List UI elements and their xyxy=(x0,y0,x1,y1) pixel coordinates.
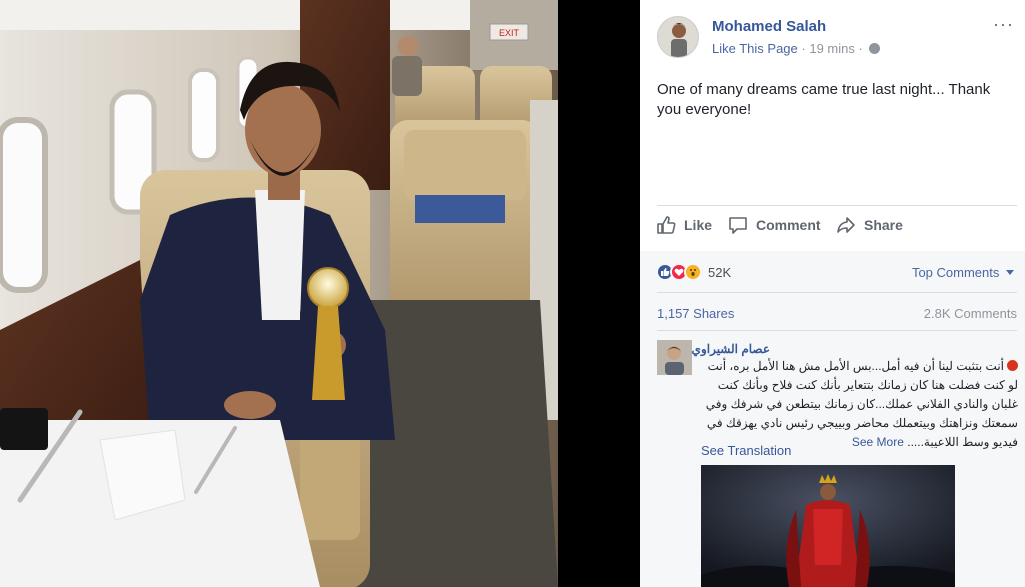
reactions-summary[interactable]: 52K xyxy=(656,263,731,281)
meta-separator: · xyxy=(801,41,806,56)
comment-image[interactable] xyxy=(701,465,955,587)
like-label: Like xyxy=(684,217,713,233)
wow-reaction-icon xyxy=(684,263,702,281)
author-avatar[interactable] xyxy=(657,16,699,58)
share-label: Share xyxy=(864,217,903,233)
see-translation-link[interactable]: See Translation xyxy=(701,443,791,458)
top-comments-label: Top Comments xyxy=(911,265,1000,280)
comment-text: أنت بتثبت لينا أن فيه أمل...بس الأمل مش … xyxy=(700,357,1018,452)
share-button[interactable]: Share xyxy=(836,215,903,235)
comment-label: Comment xyxy=(756,217,821,233)
post-photo[interactable]: EXIT xyxy=(0,0,640,587)
like-page-link[interactable]: Like This Page xyxy=(712,41,798,56)
meta-separator-2: · xyxy=(858,41,863,56)
post-meta: Like This Page · 19 mins · xyxy=(712,41,881,56)
post-actions: Like Comment Share xyxy=(656,215,1016,243)
see-more-link[interactable]: See More xyxy=(852,435,904,449)
post-time[interactable]: 19 mins xyxy=(809,41,855,56)
globe-icon xyxy=(869,43,881,54)
comment-icon xyxy=(729,217,747,234)
author-name[interactable]: Mohamed Salah xyxy=(712,18,826,35)
chevron-down-icon xyxy=(1006,270,1014,275)
divider xyxy=(657,205,1017,206)
divider-comments xyxy=(657,330,1017,331)
comments-count[interactable]: 2.8K Comments xyxy=(924,306,1017,321)
like-button[interactable]: Like xyxy=(656,215,712,235)
thumbs-up-icon xyxy=(657,216,676,234)
more-options-icon[interactable]: ··· xyxy=(993,14,1014,35)
red-circle-emoji-icon xyxy=(1007,360,1018,371)
share-icon xyxy=(837,217,855,233)
comment-button[interactable]: Comment xyxy=(728,215,821,235)
commenter-name[interactable]: عصام الشيراوي xyxy=(692,342,770,356)
commenter-avatar[interactable] xyxy=(657,340,692,375)
exit-sign: EXIT xyxy=(499,28,520,38)
post-panel: Mohamed Salah Like This Page · 19 mins ·… xyxy=(640,0,1025,587)
shares-count[interactable]: 1,157 Shares xyxy=(657,306,734,321)
top-comments-dropdown[interactable]: Top Comments xyxy=(912,265,1014,280)
divider-stats xyxy=(657,292,1017,293)
post-text: One of many dreams came true last night.… xyxy=(657,81,991,118)
reactions-count[interactable]: 52K xyxy=(708,265,731,280)
